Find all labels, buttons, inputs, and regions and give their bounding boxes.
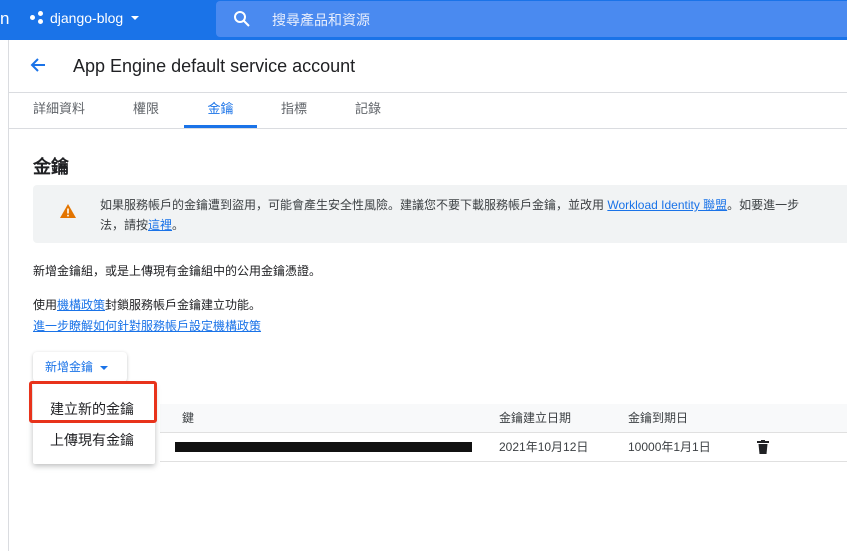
policy-text: 使用機構政策封鎖服務帳戶金鑰建立功能。 xyxy=(33,298,262,312)
warning-text: 如果服務帳戶的金鑰遭到盜用，可能會產生安全性風險。建議您不要下載服務帳戶金鑰，並… xyxy=(100,198,800,232)
menu-item-upload-existing-key[interactable]: 上傳現有金鑰 xyxy=(50,430,134,450)
column-created: 金鑰建立日期 xyxy=(499,411,572,425)
caret-down-icon xyxy=(100,365,109,370)
learn-more-container: 進一步瞭解如何針對服務帳戶設定機構政策 xyxy=(33,317,261,334)
warning-icon xyxy=(60,204,76,218)
search-icon xyxy=(234,11,250,27)
tab-keys[interactable]: 金鑰 xyxy=(184,92,257,128)
project-icon xyxy=(30,11,44,25)
warning-banner: 如果服務帳戶的金鑰遭到盜用，可能會產生安全性風險。建議您不要下載服務帳戶金鑰，並… xyxy=(33,185,847,243)
table-row: 2021年10月12日 10000年1月1日 xyxy=(160,432,847,462)
tab-logs[interactable]: 記錄 xyxy=(335,92,401,128)
tab-permissions[interactable]: 權限 xyxy=(113,92,179,128)
brand-name-fragment: n xyxy=(0,9,10,28)
org-policy-link[interactable]: 機構政策 xyxy=(57,298,105,312)
tab-metrics[interactable]: 指標 xyxy=(261,92,327,128)
page-header: App Engine default service account xyxy=(9,40,847,93)
back-arrow-icon[interactable] xyxy=(29,56,47,74)
keys-table-header: 鍵 金鑰建立日期 金鑰到期日 xyxy=(160,404,847,432)
project-name: django-blog xyxy=(50,10,124,26)
redacted-key-id xyxy=(175,442,472,452)
tab-details[interactable]: 詳細資料 xyxy=(23,92,95,128)
page-title: App Engine default service account xyxy=(73,56,356,76)
column-expires: 金鑰到期日 xyxy=(628,411,689,425)
here-link[interactable]: 這裡 xyxy=(148,218,172,232)
tab-bar: 詳細資料 權限 金鑰 指標 記錄 xyxy=(9,92,847,129)
chevron-down-icon xyxy=(131,16,140,20)
column-key: 鍵 xyxy=(182,411,195,425)
search-input[interactable] xyxy=(270,8,674,32)
project-selector[interactable]: django-blog xyxy=(30,10,141,26)
search-bar[interactable] xyxy=(216,1,847,37)
highlight-box xyxy=(29,381,157,423)
top-app-bar: n django-blog xyxy=(0,0,847,40)
add-key-button[interactable]: 新增金鑰 xyxy=(33,352,127,382)
section-title: 金鑰 xyxy=(33,157,69,177)
key-created-date: 2021年10月12日 xyxy=(499,440,589,454)
delete-icon[interactable] xyxy=(757,440,769,454)
add-key-label: 新增金鑰 xyxy=(45,360,94,374)
workload-identity-link[interactable]: Workload Identity 聯盟 xyxy=(607,198,727,212)
keys-description: 新增金鑰組，或是上傳現有金鑰組中的公用金鑰憑證。 xyxy=(33,264,322,278)
learn-more-link[interactable]: 進一步瞭解如何針對服務帳戶設定機構政策 xyxy=(33,319,261,333)
key-expiry-date: 10000年1月1日 xyxy=(628,440,711,454)
